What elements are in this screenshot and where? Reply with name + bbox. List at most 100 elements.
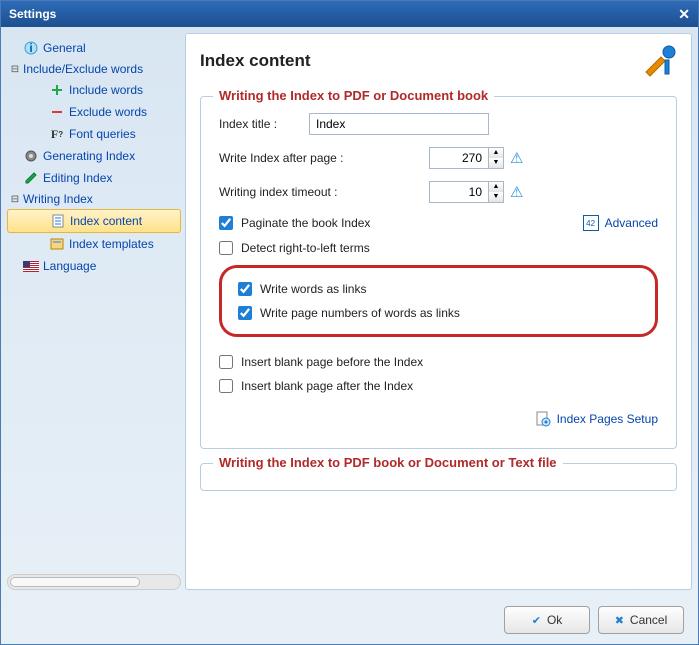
ok-label: Ok: [547, 613, 562, 627]
cancel-label: Cancel: [630, 613, 667, 627]
title-bar: Settings ✕: [1, 1, 698, 27]
row-blank-before: Insert blank page before the Index: [219, 355, 658, 369]
check-icon: ✔: [532, 614, 541, 627]
settings-window: Settings ✕ i General ⊟ Include/Exclude w…: [0, 0, 699, 645]
pencil-icon: [23, 170, 39, 186]
advanced-link[interactable]: 42 Advanced: [583, 215, 658, 231]
calendar-icon: 42: [583, 215, 599, 231]
pages-links-label: Write page numbers of words as links: [260, 306, 460, 320]
minus-icon: [49, 104, 65, 120]
scrollbar-thumb[interactable]: [10, 577, 140, 587]
row-timeout: Writing index timeout : ▲▼ ⚠: [219, 181, 658, 203]
nav-label: Editing Index: [43, 171, 112, 185]
font-icon: F?: [49, 126, 65, 142]
pages-links-checkbox[interactable]: [238, 306, 252, 320]
nav-index-templates[interactable]: Index templates: [7, 233, 181, 255]
advanced-label: Advanced: [605, 216, 658, 230]
index-title-label: Index title :: [219, 117, 309, 131]
after-page-spinner[interactable]: ▲▼: [429, 147, 504, 169]
blank-after-label: Insert blank page after the Index: [241, 379, 413, 393]
timeout-input[interactable]: [429, 181, 489, 203]
rtl-checkbox[interactable]: [219, 241, 233, 255]
group-title: Writing the Index to PDF book or Documen…: [213, 455, 563, 470]
spin-up[interactable]: ▲: [489, 148, 503, 158]
group-write-pdf-doc: Writing the Index to PDF or Document boo…: [200, 96, 677, 449]
nav-writing-index[interactable]: ⊟ Writing Index: [7, 189, 181, 209]
after-page-input[interactable]: [429, 147, 489, 169]
flag-icon: [23, 258, 39, 274]
row-pages-links: Write page numbers of words as links: [238, 306, 639, 320]
nav-label: Index content: [70, 214, 142, 228]
nav-include-exclude[interactable]: ⊟ Include/Exclude words: [7, 59, 181, 79]
info-icon: i: [23, 40, 39, 56]
nav-label: General: [43, 41, 86, 55]
template-icon: [49, 236, 65, 252]
nav-label: Include/Exclude words: [23, 62, 143, 76]
collapse-icon[interactable]: ⊟: [9, 194, 21, 205]
nav-label: Exclude words: [69, 105, 147, 119]
row-pages-setup: Index Pages Setup: [219, 411, 658, 430]
nav-label: Writing Index: [23, 192, 93, 206]
gear-icon: [23, 148, 39, 164]
page-title: Index content: [200, 51, 311, 71]
content-header: Index content: [200, 44, 677, 78]
warning-icon: ⚠: [510, 183, 523, 201]
row-index-title: Index title :: [219, 113, 658, 135]
content-panel: Index content Writing the Index to PDF o…: [185, 33, 692, 590]
ok-button[interactable]: ✔ Ok: [504, 606, 590, 634]
paginate-label: Paginate the book Index: [241, 216, 370, 230]
nav-generating-index[interactable]: Generating Index: [7, 145, 181, 167]
tools-icon: [643, 44, 677, 78]
blank-after-checkbox[interactable]: [219, 379, 233, 393]
highlight-box: Write words as links Write page numbers …: [219, 265, 658, 337]
paginate-checkbox[interactable]: [219, 216, 233, 230]
index-title-input[interactable]: [309, 113, 489, 135]
window-title: Settings: [9, 7, 56, 21]
row-words-links: Write words as links: [238, 282, 639, 296]
spin-up[interactable]: ▲: [489, 182, 503, 192]
plus-icon: [49, 82, 65, 98]
collapse-icon[interactable]: ⊟: [9, 64, 21, 75]
index-pages-setup-link[interactable]: Index Pages Setup: [535, 411, 658, 427]
nav-tree: i General ⊟ Include/Exclude words Includ…: [7, 33, 181, 570]
words-links-checkbox[interactable]: [238, 282, 252, 296]
group-write-text-file: Writing the Index to PDF book or Documen…: [200, 463, 677, 491]
svg-text:i: i: [29, 41, 32, 55]
nav-label: Include words: [69, 83, 143, 97]
nav-index-content[interactable]: Index content: [7, 209, 181, 233]
nav-exclude-words[interactable]: Exclude words: [7, 101, 181, 123]
row-blank-after: Insert blank page after the Index: [219, 379, 658, 393]
window-body: i General ⊟ Include/Exclude words Includ…: [1, 27, 698, 596]
cancel-button[interactable]: ✖ Cancel: [598, 606, 684, 634]
row-paginate: Paginate the book Index 42 Advanced: [219, 215, 658, 231]
nav-label: Generating Index: [43, 149, 135, 163]
group-title: Writing the Index to PDF or Document boo…: [213, 88, 494, 103]
spin-down[interactable]: ▼: [489, 158, 503, 168]
timeout-spinner[interactable]: ▲▼: [429, 181, 504, 203]
rtl-label: Detect right-to-left terms: [241, 241, 370, 255]
nav-general[interactable]: i General: [7, 37, 181, 59]
document-icon: [50, 213, 66, 229]
after-page-label: Write Index after page :: [219, 151, 429, 165]
nav-language[interactable]: Language: [7, 255, 181, 277]
pages-setup-label: Index Pages Setup: [557, 412, 658, 426]
blank-before-checkbox[interactable]: [219, 355, 233, 369]
x-icon: ✖: [615, 614, 624, 627]
blank-before-label: Insert blank page before the Index: [241, 355, 423, 369]
nav-include-words[interactable]: Include words: [7, 79, 181, 101]
nav-label: Language: [43, 259, 96, 273]
dialog-footer: ✔ Ok ✖ Cancel: [1, 596, 698, 644]
page-setup-icon: [535, 411, 551, 427]
warning-icon: ⚠: [510, 149, 523, 167]
row-rtl: Detect right-to-left terms: [219, 241, 658, 255]
sidebar-scrollbar[interactable]: [7, 574, 181, 590]
nav-editing-index[interactable]: Editing Index: [7, 167, 181, 189]
spin-down[interactable]: ▼: [489, 192, 503, 202]
words-links-label: Write words as links: [260, 282, 366, 296]
nav-font-queries[interactable]: F? Font queries: [7, 123, 181, 145]
timeout-label: Writing index timeout :: [219, 185, 429, 199]
nav-label: Index templates: [69, 237, 154, 251]
close-button[interactable]: ✕: [678, 6, 690, 23]
nav-label: Font queries: [69, 127, 136, 141]
row-after-page: Write Index after page : ▲▼ ⚠: [219, 147, 658, 169]
